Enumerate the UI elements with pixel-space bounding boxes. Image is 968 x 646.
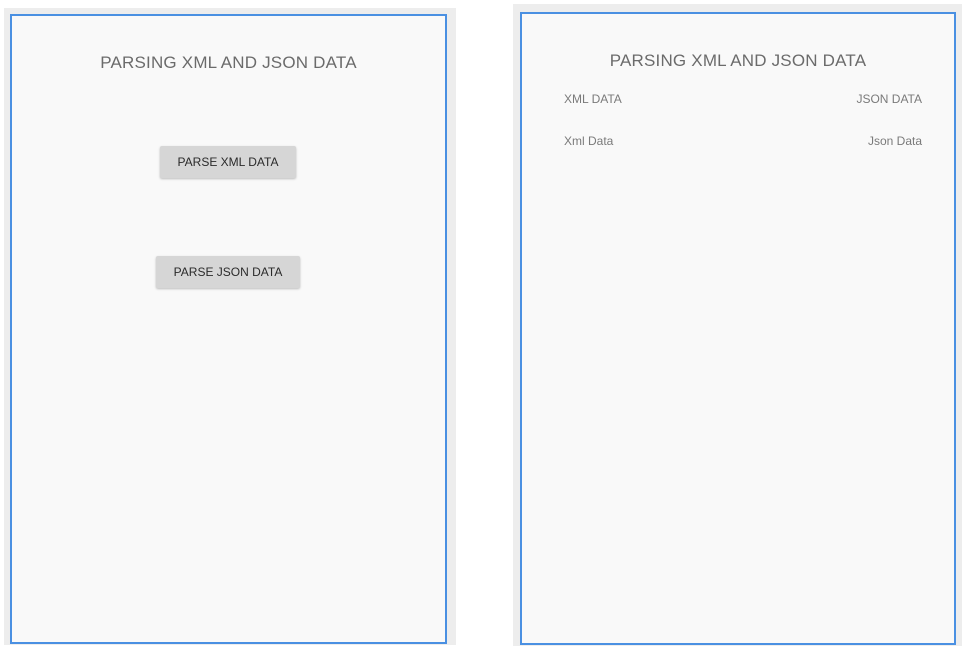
xml-data-header: XML DATA (564, 92, 622, 106)
parse-xml-button[interactable]: PARSE XML DATA (160, 146, 296, 178)
xml-data-value: Xml Data (564, 134, 614, 148)
left-screen-title: PARSING XML AND JSON DATA (100, 53, 357, 72)
json-data-header: JSON DATA (856, 92, 922, 106)
stage: PARSING XML AND JSON DATA PARSE XML DATA… (0, 0, 968, 646)
parse-json-button[interactable]: PARSE JSON DATA (156, 256, 300, 288)
json-data-value: Json Data (867, 134, 922, 148)
left-phone-screen: PARSING XML AND JSON DATA PARSE XML DATA… (10, 14, 447, 644)
right-screen-title: PARSING XML AND JSON DATA (609, 51, 867, 70)
right-phone-screen: PARSING XML AND JSON DATA XML DATA JSON … (520, 12, 956, 645)
